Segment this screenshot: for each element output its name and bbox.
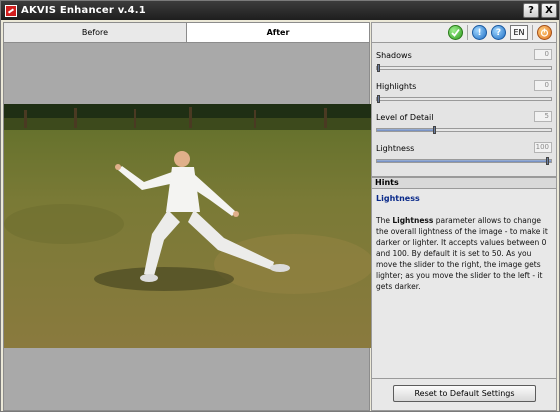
preview-photo xyxy=(4,104,371,348)
tab-after[interactable]: After xyxy=(187,23,369,42)
language-button[interactable]: EN xyxy=(510,25,528,40)
lightness-label: Lightness xyxy=(376,144,415,153)
view-tabs: Before After xyxy=(3,22,370,43)
highlights-value-field[interactable]: 0 xyxy=(534,80,552,91)
parameters-panel: Shadows 0 Highlights 0 Level of Detail 5 xyxy=(371,43,557,177)
app-logo-icon xyxy=(5,4,17,17)
level-of-detail-value-field[interactable]: 5 xyxy=(534,111,552,122)
level-of-detail-slider-fill xyxy=(377,129,435,131)
lightness-slider-thumb[interactable] xyxy=(546,157,549,165)
shadows-slider[interactable] xyxy=(376,64,552,72)
shadows-value-field[interactable]: 0 xyxy=(534,49,552,60)
lightness-param: Lightness 100 xyxy=(376,142,552,168)
level-of-detail-slider[interactable] xyxy=(376,126,552,134)
app-window: AKVIS Enhancer v.4.1 ? X Before After ! … xyxy=(0,0,560,412)
lightness-slider[interactable] xyxy=(376,157,552,165)
help-icon[interactable]: ? xyxy=(491,25,506,40)
info-icon[interactable]: ! xyxy=(472,25,487,40)
hint-text: The Lightness parameter allows to change… xyxy=(376,215,552,292)
toolbar-separator xyxy=(467,25,468,40)
highlights-param: Highlights 0 xyxy=(376,80,552,106)
title-bar: AKVIS Enhancer v.4.1 ? X xyxy=(1,1,559,20)
highlights-slider-thumb[interactable] xyxy=(377,95,380,103)
hint-text-pre: The xyxy=(376,216,393,225)
preview-photo-image xyxy=(4,104,371,348)
level-of-detail-slider-thumb[interactable] xyxy=(433,126,436,134)
window-title: AKVIS Enhancer v.4.1 xyxy=(21,5,146,16)
reset-defaults-button[interactable]: Reset to Default Settings xyxy=(393,385,536,402)
level-of-detail-param: Level of Detail 5 xyxy=(376,111,552,137)
tab-before[interactable]: Before xyxy=(4,23,187,42)
hint-title: Lightness xyxy=(376,194,420,203)
toolbar-separator xyxy=(532,25,533,40)
hint-text-bold: Lightness xyxy=(392,216,434,225)
top-toolbar: ! ? EN xyxy=(371,22,557,43)
lightness-value-field[interactable]: 100 xyxy=(534,142,552,153)
power-icon[interactable] xyxy=(537,25,552,40)
shadows-param: Shadows 0 xyxy=(376,49,552,75)
apply-icon[interactable] xyxy=(448,25,463,40)
hints-header: Hints xyxy=(371,177,557,189)
level-of-detail-label: Level of Detail xyxy=(376,113,434,122)
hints-panel: Lightness The Lightness parameter allows… xyxy=(371,189,557,379)
window-help-button[interactable]: ? xyxy=(523,3,539,18)
shadows-label: Shadows xyxy=(376,51,412,60)
image-canvas[interactable] xyxy=(3,43,371,411)
highlights-label: Highlights xyxy=(376,82,417,91)
shadows-slider-thumb[interactable] xyxy=(377,64,380,72)
window-close-button[interactable]: X xyxy=(541,3,557,18)
lightness-slider-fill xyxy=(377,160,551,162)
hint-text-post: parameter allows to change the overall l… xyxy=(376,216,548,291)
highlights-slider[interactable] xyxy=(376,95,552,103)
reset-area: Reset to Default Settings xyxy=(371,379,557,411)
